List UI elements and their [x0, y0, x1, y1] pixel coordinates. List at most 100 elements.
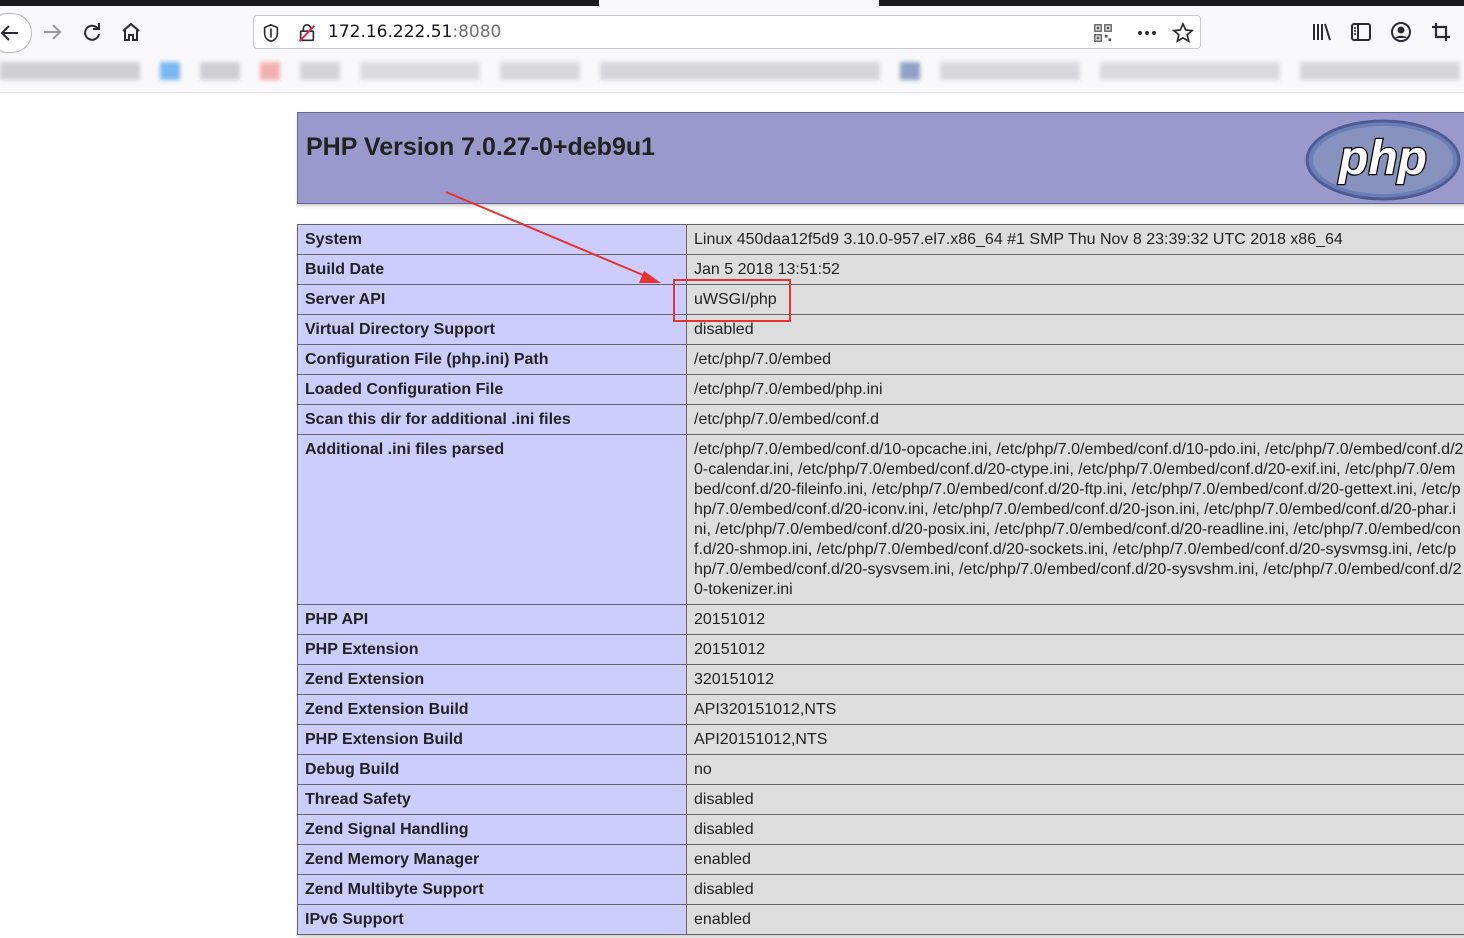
- table-row: Zend Memory Manager enabled: [297, 844, 1464, 875]
- phpinfo-header: PHP Version 7.0.27-0+deb9u1 php: [297, 112, 1464, 204]
- row-value: enabled: [686, 904, 1464, 935]
- page-title: PHP Version 7.0.27-0+deb9u1: [306, 133, 656, 161]
- row-key: Zend Memory Manager: [297, 844, 687, 875]
- row-value: disabled: [686, 814, 1464, 845]
- blurred-bookmark[interactable]: [900, 62, 920, 80]
- forward-arrow-icon: [44, 24, 62, 40]
- blurred-bookmark[interactable]: [260, 62, 280, 80]
- blurred-bookmark[interactable]: [360, 62, 480, 80]
- table-row: Zend Signal Handling disabled: [297, 814, 1464, 845]
- table-row: PHP API 20151012: [297, 604, 1464, 635]
- table-row: Loaded Configuration File/etc/php/7.0/em…: [297, 374, 1464, 405]
- row-key: Server API: [297, 284, 687, 315]
- row-key: PHP API: [297, 604, 687, 635]
- annotation-highlight-box: [673, 279, 791, 322]
- url-host: 172.16.222.51: [328, 22, 453, 42]
- screenshot-crop-icon: [1432, 23, 1450, 41]
- row-key: Zend Extension Build: [297, 694, 687, 725]
- phpinfo-table: System Linux 450daa12f5d9 3.10.0-957.el7.…: [297, 224, 1464, 935]
- screenshot-button[interactable]: [1425, 16, 1457, 48]
- row-key: Debug Build: [297, 754, 687, 785]
- back-button[interactable]: [0, 13, 32, 53]
- library-icon: [1313, 23, 1331, 41]
- address-bar[interactable]: 172.16.222.51:8080: [253, 15, 1201, 49]
- table-row: Additional .ini files parsed/etc/php/7.0…: [297, 434, 1464, 605]
- row-value: disabled: [686, 874, 1464, 905]
- home-button[interactable]: [115, 16, 147, 48]
- blurred-bookmark[interactable]: [600, 62, 880, 80]
- table-row: Zend Extension 320151012: [297, 664, 1464, 695]
- sidebar-icon: [1351, 23, 1371, 41]
- table-row: Virtual Directory Support disabled: [297, 314, 1464, 345]
- home-icon: [122, 22, 140, 41]
- row-key: Additional .ini files parsed: [297, 434, 687, 605]
- table-row: PHP Extension Build API20151012,NTS: [297, 724, 1464, 755]
- row-key: PHP Extension Build: [297, 724, 687, 755]
- blurred-bookmark[interactable]: [0, 62, 140, 80]
- row-value: /etc/php/7.0/embed/php.ini: [686, 374, 1464, 405]
- blurred-bookmark[interactable]: [1300, 62, 1460, 80]
- row-value: API20151012,NTS: [686, 724, 1464, 755]
- table-row: Build Date Jan 5 2018 13:51:52: [297, 254, 1464, 285]
- row-value: disabled: [686, 314, 1464, 345]
- row-key: IPv6 Support: [297, 904, 687, 935]
- blurred-bookmark[interactable]: [500, 62, 580, 80]
- more-actions-icon[interactable]: [1136, 22, 1158, 44]
- table-row: Debug Build no: [297, 754, 1464, 785]
- insecure-connection-icon[interactable]: [296, 22, 318, 44]
- row-value: Linux 450daa12f5d9 3.10.0-957.el7.x86_64…: [686, 224, 1464, 255]
- row-key: Zend Signal Handling: [297, 814, 687, 845]
- row-value: /etc/php/7.0/embed: [686, 344, 1464, 375]
- row-value: 20151012: [686, 604, 1464, 635]
- row-key: Zend Extension: [297, 664, 687, 695]
- forward-button[interactable]: [36, 16, 68, 48]
- table-row: Zend Extension Build API320151012,NTS: [297, 694, 1464, 725]
- blurred-bookmark[interactable]: [940, 62, 1080, 80]
- row-key: Scan this dir for additional .ini files: [297, 404, 687, 435]
- row-key: System: [297, 224, 687, 255]
- browser-toolbar: 172.16.222.51:8080: [0, 6, 1464, 56]
- row-value: uWSGI/php: [686, 284, 1464, 315]
- reload-button[interactable]: [76, 16, 108, 48]
- row-value: API320151012,NTS: [686, 694, 1464, 725]
- row-key: Build Date: [297, 254, 687, 285]
- row-value: /etc/php/7.0/embed/conf.d/10-opcache.ini…: [686, 434, 1464, 605]
- svg-text:php: php: [1337, 132, 1427, 185]
- row-key: Loaded Configuration File: [297, 374, 687, 405]
- qr-code-icon[interactable]: [1092, 22, 1114, 44]
- row-value: no: [686, 754, 1464, 785]
- account-button[interactable]: [1385, 16, 1417, 48]
- blurred-bookmark[interactable]: [160, 62, 180, 80]
- php-logo[interactable]: php: [1305, 119, 1461, 201]
- row-key: Configuration File (php.ini) Path: [297, 344, 687, 375]
- phpinfo-page: PHP Version 7.0.27-0+deb9u1 php System Li…: [297, 112, 1464, 935]
- row-value: enabled: [686, 844, 1464, 875]
- blurred-bookmark[interactable]: [1100, 62, 1280, 80]
- blurred-bookmark[interactable]: [300, 62, 340, 80]
- table-row: Zend Multibyte Support disabled: [297, 874, 1464, 905]
- table-row: PHP Extension 20151012: [297, 634, 1464, 665]
- library-button[interactable]: [1306, 16, 1338, 48]
- row-value: /etc/php/7.0/embed/conf.d: [686, 404, 1464, 435]
- row-value: 320151012: [686, 664, 1464, 695]
- bookmark-star-icon[interactable]: [1172, 22, 1194, 44]
- table-row: Configuration File (php.ini) Path/etc/ph…: [297, 344, 1464, 375]
- row-value: disabled: [686, 784, 1464, 815]
- row-key: Thread Safety: [297, 784, 687, 815]
- table-row: IPv6 Support enabled: [297, 904, 1464, 935]
- blurred-bookmark[interactable]: [200, 62, 240, 80]
- reload-icon: [84, 23, 100, 41]
- row-key: PHP Extension: [297, 634, 687, 665]
- table-row: Thread Safety disabled: [297, 784, 1464, 815]
- table-row: Scan this dir for additional .ini files /…: [297, 404, 1464, 435]
- url-port: :8080: [452, 22, 502, 42]
- row-key: Zend Multibyte Support: [297, 874, 687, 905]
- row-key: Virtual Directory Support: [297, 314, 687, 345]
- back-arrow-icon: [0, 25, 18, 41]
- table-row: Server API uWSGI/php: [297, 284, 1464, 315]
- row-value: Jan 5 2018 13:51:52: [686, 254, 1464, 285]
- tracking-protection-shield-icon[interactable]: [260, 22, 282, 44]
- sidebar-button[interactable]: [1345, 16, 1377, 48]
- url-text[interactable]: 172.16.222.51:8080: [328, 22, 501, 42]
- account-icon: [1391, 22, 1411, 42]
